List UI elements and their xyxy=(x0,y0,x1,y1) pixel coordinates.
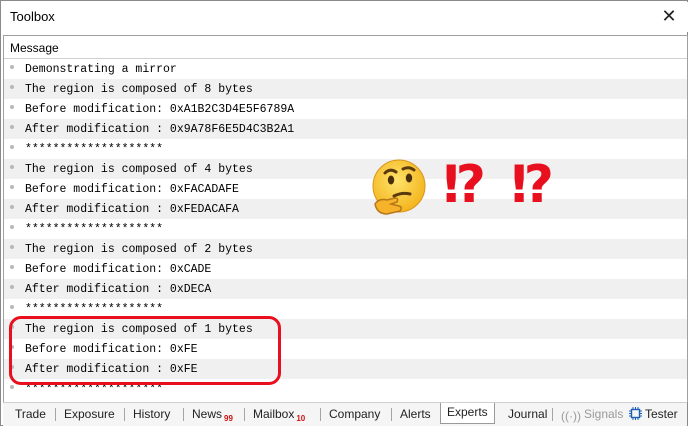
interrobang-icon: ⁉ xyxy=(443,155,487,215)
tab-company[interactable]: Company xyxy=(323,405,386,424)
log-row[interactable]: The region is composed of 8 bytes xyxy=(4,79,687,99)
bullet-icon xyxy=(10,285,14,289)
bullet-icon xyxy=(10,145,14,149)
experts-log-panel: Message Demonstrating a mirror The regio… xyxy=(3,35,688,403)
tab-separator xyxy=(552,408,553,421)
log-row[interactable]: The region is composed of 1 bytes xyxy=(4,319,687,339)
log-message: Before modification: 0xCADE xyxy=(25,263,212,276)
signal-icon: ((·)) xyxy=(561,409,581,423)
log-message: Before modification: 0xFE xyxy=(25,343,198,356)
mailbox-count-badge: 10 xyxy=(296,414,306,423)
tab-label: Alerts xyxy=(400,407,431,421)
log-message: The region is composed of 2 bytes xyxy=(25,243,253,256)
log-row[interactable]: After modification : 0xDECA xyxy=(4,279,687,299)
log-message: After modification : 0xDECA xyxy=(25,283,212,296)
tab-tester[interactable]: Tester xyxy=(623,405,684,424)
tab-label: Signals xyxy=(583,407,624,421)
column-header[interactable]: Message xyxy=(4,36,687,59)
close-icon[interactable]: ✕ xyxy=(660,6,678,26)
interrobang-icon: ⁉ xyxy=(511,155,555,215)
toolbox-window: Toolbox ✕ Message Demonstrating a mirror… xyxy=(0,0,688,426)
tab-separator xyxy=(244,408,245,421)
news-count-badge: 99 xyxy=(224,414,233,423)
log-message: Before modification: 0xA1B2C3D4E5F6789A xyxy=(25,103,295,116)
bullet-icon xyxy=(10,365,14,369)
bullet-icon xyxy=(10,85,14,89)
thinking-face-icon xyxy=(372,159,426,215)
log-row[interactable]: ******************** xyxy=(4,139,687,159)
tab-signals[interactable]: ((·)) Signals xyxy=(555,405,629,424)
log-message: Before modification: 0xFACADAFE xyxy=(25,183,239,196)
tab-separator xyxy=(124,408,125,421)
tab-trade[interactable]: Trade xyxy=(9,405,52,424)
log-message: After modification : 0xFEDACAFA xyxy=(25,203,239,216)
log-row[interactable]: After modification : 0xFE xyxy=(4,359,687,379)
toolbox-tabs: Trade Exposure History News 99 Mailbox 10 … xyxy=(3,402,687,426)
log-row[interactable]: Demonstrating a mirror xyxy=(4,59,687,79)
tab-journal[interactable]: Journal xyxy=(502,405,553,424)
log-row[interactable]: ******************** xyxy=(4,299,687,319)
tab-separator xyxy=(183,408,184,421)
bullet-icon xyxy=(10,165,14,169)
log-row[interactable]: Before modification: 0xA1B2C3D4E5F6789A xyxy=(4,99,687,119)
tab-label: Mailbox xyxy=(253,407,295,421)
tab-exposure[interactable]: Exposure xyxy=(58,405,121,424)
tab-label: Trade xyxy=(15,407,46,421)
tab-separator xyxy=(391,408,392,421)
bullet-icon xyxy=(10,245,14,249)
log-message: ******************** xyxy=(25,303,164,316)
message-list: Demonstrating a mirror The region is com… xyxy=(4,59,687,399)
tab-news[interactable]: News 99 xyxy=(186,405,239,424)
log-message: After modification : 0xFE xyxy=(25,363,198,376)
bullet-icon xyxy=(10,225,14,229)
column-header-message: Message xyxy=(10,41,59,55)
log-message: ******************** xyxy=(25,143,164,156)
tab-label: Journal xyxy=(508,407,548,421)
log-row[interactable]: After modification : 0x9A78F6E5D4C3B2A1 xyxy=(4,119,687,139)
bullet-icon xyxy=(10,385,14,389)
log-row[interactable]: ******************** xyxy=(4,219,687,239)
bullet-icon xyxy=(10,105,14,109)
log-row[interactable]: ******************** xyxy=(4,379,687,399)
log-message: ******************** xyxy=(25,383,164,396)
bullet-icon xyxy=(10,305,14,309)
tab-experts[interactable]: Experts xyxy=(440,403,495,424)
title-bar: Toolbox ✕ xyxy=(2,2,688,32)
log-message: The region is composed of 1 bytes xyxy=(25,323,253,336)
chip-icon xyxy=(629,407,642,420)
bullet-icon xyxy=(10,205,14,209)
tab-label: News xyxy=(192,407,223,421)
log-message: ******************** xyxy=(25,223,164,236)
log-row[interactable]: Before modification: 0xFE xyxy=(4,339,687,359)
log-row[interactable]: After modification : 0xFEDACAFA xyxy=(4,199,687,219)
log-row[interactable]: Before modification: 0xFACADAFE xyxy=(4,179,687,199)
log-message: Demonstrating a mirror xyxy=(25,63,177,76)
bullet-icon xyxy=(10,185,14,189)
tab-separator xyxy=(320,408,321,421)
log-row[interactable]: The region is composed of 2 bytes xyxy=(4,239,687,259)
bullet-icon xyxy=(10,325,14,329)
bullet-icon xyxy=(10,125,14,129)
tab-history[interactable]: History xyxy=(127,405,176,424)
log-message: After modification : 0x9A78F6E5D4C3B2A1 xyxy=(25,123,295,136)
tab-separator xyxy=(55,408,56,421)
bullet-icon xyxy=(10,345,14,349)
tab-label: Tester xyxy=(645,407,678,421)
tab-label: Experts xyxy=(447,405,488,419)
tab-label: Company xyxy=(329,407,381,421)
tab-label: History xyxy=(133,407,171,421)
log-message: The region is composed of 4 bytes xyxy=(25,163,253,176)
log-row[interactable]: Before modification: 0xCADE xyxy=(4,259,687,279)
bullet-icon xyxy=(10,65,14,69)
log-message: The region is composed of 8 bytes xyxy=(25,83,253,96)
tab-alerts[interactable]: Alerts xyxy=(394,405,437,424)
tab-label: Exposure xyxy=(64,407,115,421)
tab-mailbox[interactable]: Mailbox 10 xyxy=(247,405,311,424)
bullet-icon xyxy=(10,265,14,269)
window-title: Toolbox xyxy=(10,9,55,24)
log-row[interactable]: The region is composed of 4 bytes xyxy=(4,159,687,179)
